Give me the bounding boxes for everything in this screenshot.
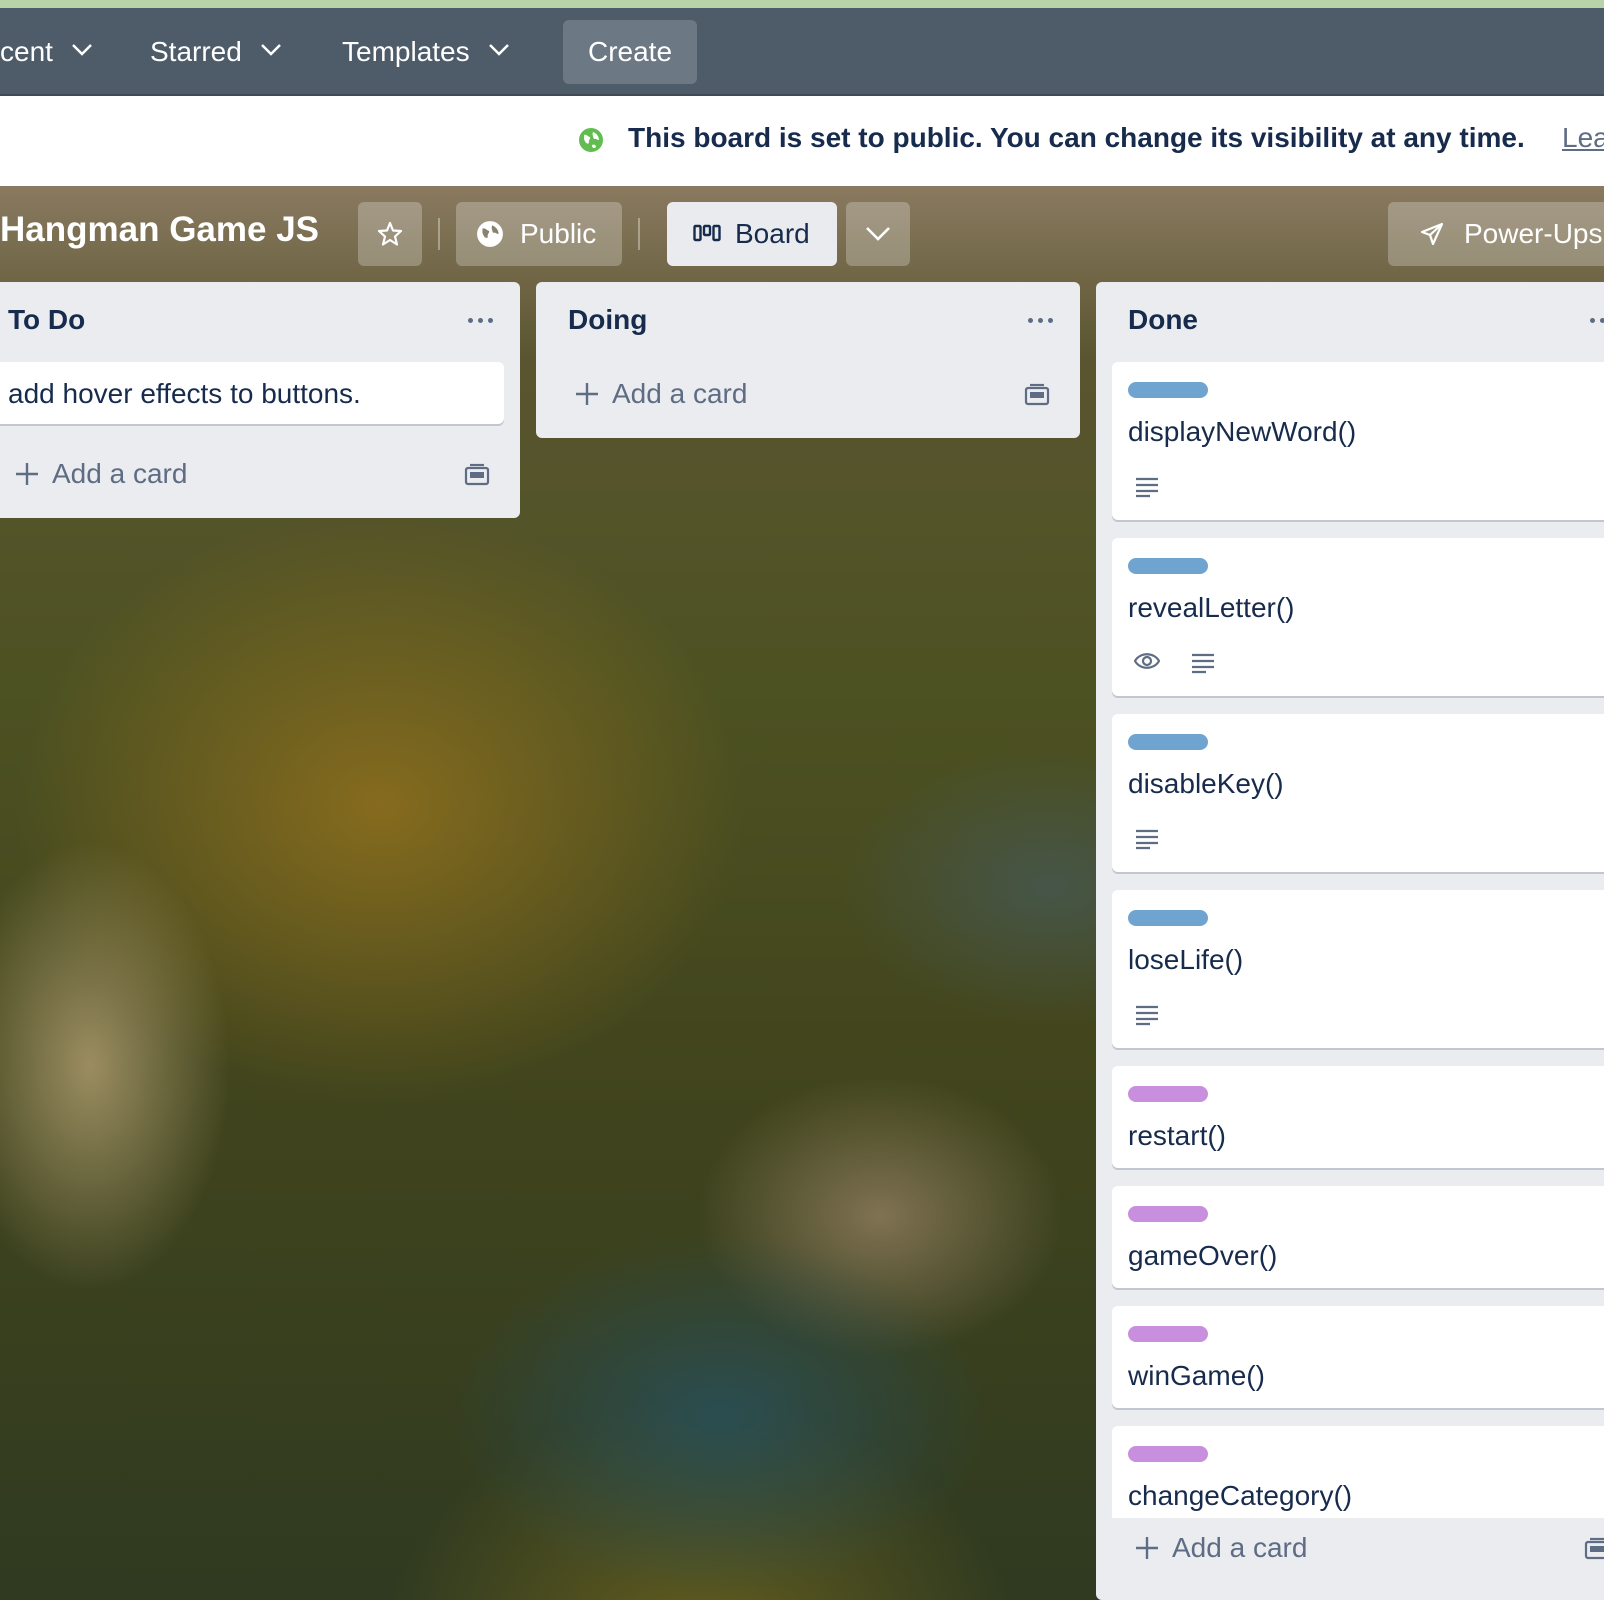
card[interactable]: winGame(): [1112, 1306, 1604, 1408]
list-title[interactable]: Done: [1128, 304, 1198, 336]
board-view-label: Board: [735, 218, 810, 249]
card[interactable]: gameOver(): [1112, 1186, 1604, 1288]
list-doing: Doing Add a card: [536, 282, 1080, 438]
add-card-label: Add a card: [612, 378, 748, 409]
card-title: gameOver(): [1128, 1240, 1278, 1271]
visibility-label: Public: [520, 218, 597, 249]
card[interactable]: revealLetter(): [1112, 538, 1604, 696]
description-icon: [1136, 477, 1158, 498]
create-button[interactable]: Create: [563, 20, 697, 84]
top-navbar: cent Starred Templates Create: [0, 8, 1604, 96]
board-icon: [693, 224, 721, 242]
add-card-button[interactable]: Add a card: [1134, 1532, 1307, 1564]
rocket-icon: [1420, 222, 1444, 246]
card-title: loseLife(): [1128, 944, 1244, 975]
globe-icon: [579, 128, 603, 152]
eye-icon: [1134, 653, 1160, 669]
card-template-icon[interactable]: [1024, 382, 1050, 408]
list-done: Done displayNewWord() revealLetter() dis…: [1096, 282, 1604, 1600]
plus-icon: [1136, 1537, 1158, 1559]
learn-more-link[interactable]: Lea: [1562, 122, 1604, 154]
notice-message: This board is set to public. You can cha…: [628, 122, 1525, 153]
card-label-purple[interactable]: [1128, 1086, 1208, 1102]
globe-icon: [477, 221, 503, 247]
nav-recent-dropdown[interactable]: cent: [0, 20, 92, 84]
board-title[interactable]: Hangman Game JS: [0, 210, 319, 250]
description-icon: [1192, 653, 1214, 674]
card[interactable]: disableKey(): [1112, 714, 1604, 872]
card-title: add hover effects to buttons.: [8, 378, 361, 409]
card[interactable]: changeCategory(): [1112, 1426, 1604, 1518]
chevron-down-icon: [71, 43, 92, 61]
card[interactable]: add hover effects to buttons.: [0, 362, 504, 424]
chevron-down-icon: [260, 43, 281, 61]
list-menu-icon[interactable]: [468, 318, 493, 323]
add-card-button[interactable]: Add a card: [14, 458, 187, 490]
plus-icon: [576, 383, 598, 405]
power-ups-button[interactable]: Power-Ups: [1388, 202, 1604, 266]
list-to-do: To Do add hover effects to buttons. Add …: [0, 282, 520, 518]
plus-icon: [16, 463, 38, 485]
card-template-icon[interactable]: [1584, 1536, 1604, 1562]
card-title: winGame(): [1128, 1360, 1265, 1391]
card[interactable]: displayNewWord(): [1112, 362, 1604, 520]
card-title: displayNewWord(): [1128, 416, 1357, 447]
card-template-icon[interactable]: [464, 462, 490, 488]
card-title: changeCategory(): [1128, 1480, 1353, 1511]
nav-templates-label: Templates: [342, 36, 470, 67]
browser-top-strip: [0, 0, 1604, 8]
description-icon: [1136, 829, 1158, 850]
power-ups-label: Power-Ups: [1464, 218, 1603, 249]
card-title: revealLetter(): [1128, 592, 1295, 623]
public-visibility-notice: This board is set to public. You can cha…: [0, 96, 1604, 186]
card-label-blue[interactable]: [1128, 558, 1208, 574]
card-label-blue[interactable]: [1128, 910, 1208, 926]
board-view-button[interactable]: Board: [667, 202, 837, 266]
card-title: restart(): [1128, 1120, 1226, 1151]
star-icon: [377, 221, 403, 246]
nav-starred-label: Starred: [150, 36, 242, 67]
nav-recent-label: cent: [0, 36, 53, 67]
add-card-label: Add a card: [1172, 1532, 1308, 1563]
list-title[interactable]: Doing: [568, 304, 647, 336]
card-label-purple[interactable]: [1128, 1206, 1208, 1222]
list-title[interactable]: To Do: [8, 304, 85, 336]
add-card-button[interactable]: Add a card: [574, 378, 747, 410]
nav-starred-dropdown[interactable]: Starred: [150, 20, 281, 84]
card-label-blue[interactable]: [1128, 382, 1208, 398]
chevron-down-icon: [488, 43, 509, 61]
chevron-down-icon: [866, 227, 890, 241]
header-divider: [438, 218, 440, 250]
card[interactable]: restart(): [1112, 1066, 1604, 1168]
star-board-button[interactable]: [358, 202, 422, 266]
description-icon: [1136, 1005, 1158, 1026]
card-label-purple[interactable]: [1128, 1326, 1208, 1342]
card-label-purple[interactable]: [1128, 1446, 1208, 1462]
nav-templates-dropdown[interactable]: Templates: [342, 20, 509, 84]
list-menu-icon[interactable]: [1028, 318, 1053, 323]
card-title: disableKey(): [1128, 768, 1284, 799]
add-card-label: Add a card: [52, 458, 188, 489]
visibility-button[interactable]: Public: [456, 202, 622, 266]
card-label-blue[interactable]: [1128, 734, 1208, 750]
header-divider: [638, 218, 640, 250]
view-switcher-button[interactable]: [846, 202, 910, 266]
card[interactable]: loseLife(): [1112, 890, 1604, 1048]
list-menu-icon[interactable]: [1590, 318, 1604, 323]
